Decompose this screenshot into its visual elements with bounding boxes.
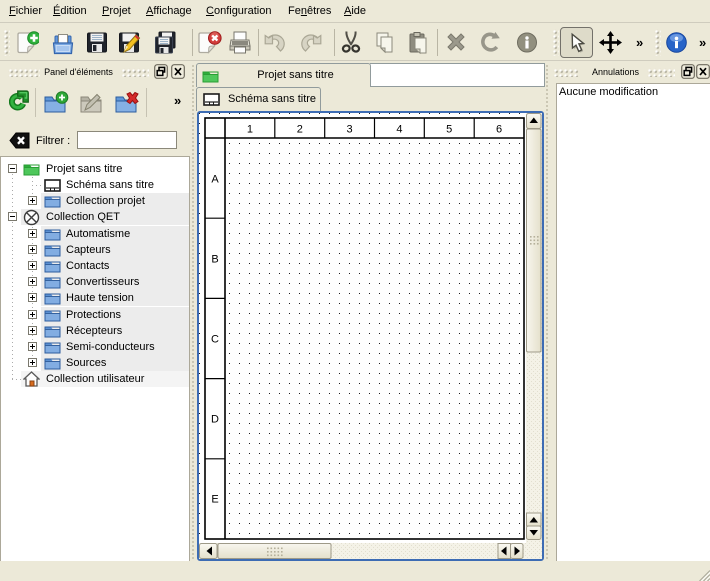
svg-text:1: 1 bbox=[247, 124, 253, 136]
svg-text:A: A bbox=[211, 174, 219, 186]
svg-text:2: 2 bbox=[297, 124, 303, 136]
svg-text:5: 5 bbox=[446, 124, 452, 136]
svg-text:6: 6 bbox=[496, 124, 502, 136]
svg-text:C: C bbox=[211, 334, 219, 346]
svg-text:B: B bbox=[211, 254, 218, 266]
svg-text:D: D bbox=[211, 414, 219, 426]
svg-text:3: 3 bbox=[347, 124, 353, 136]
svg-text:4: 4 bbox=[396, 124, 402, 136]
svg-text:E: E bbox=[211, 494, 218, 506]
